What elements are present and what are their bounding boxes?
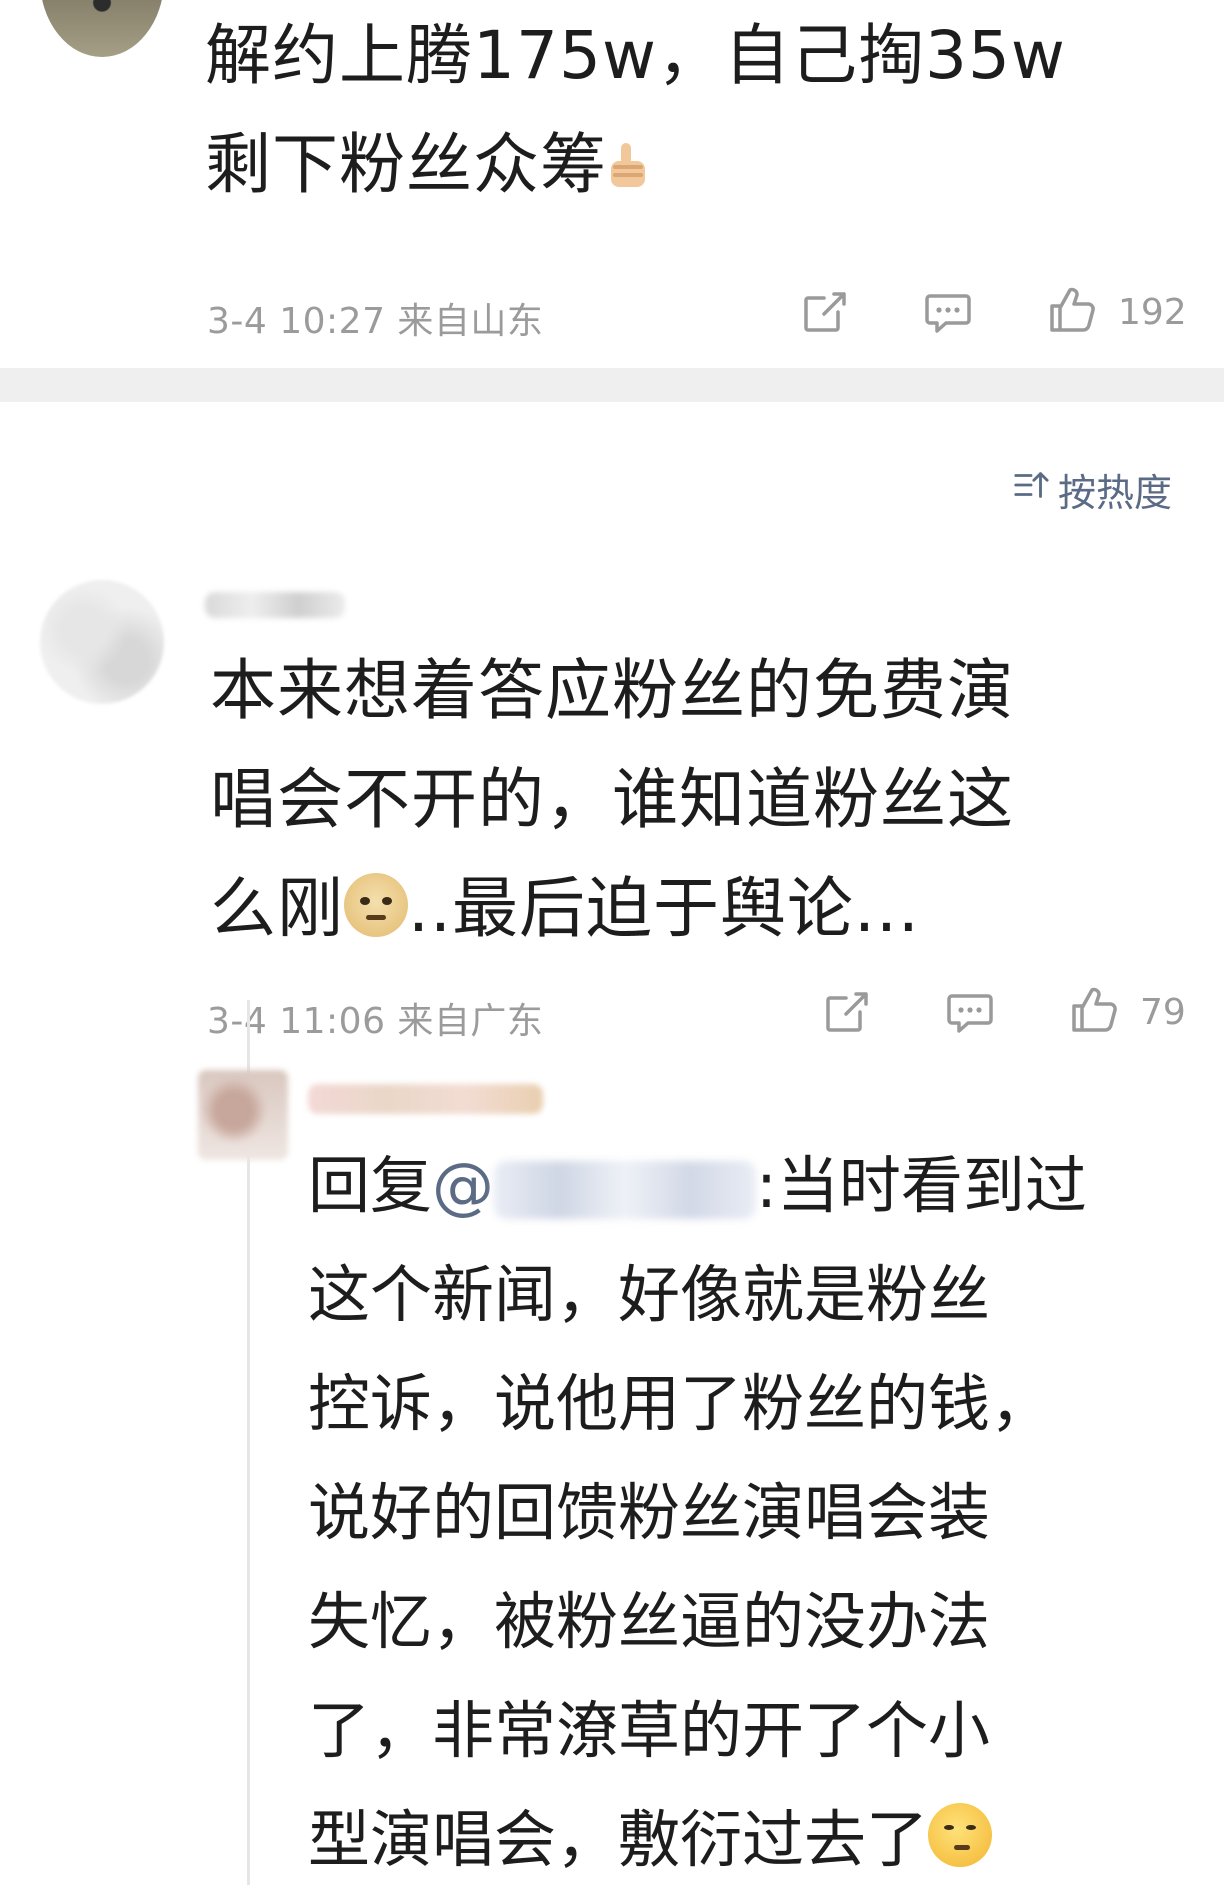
- comment-line-text: 么刚: [210, 870, 344, 947]
- comment-meta: 3-4 11:06 来自广东: [207, 1001, 544, 1042]
- comment-text: 解约上腾175w，自己掏35w 剩下粉丝众筹: [205, 10, 1195, 210]
- reply-line: 这个新闻，好像就是粉丝: [308, 1258, 991, 1331]
- avatar[interactable]: [198, 1070, 288, 1160]
- username[interactable]: [205, 592, 345, 618]
- avatar[interactable]: [40, 580, 164, 704]
- sort-label: 按热度: [1057, 471, 1172, 515]
- mention-at[interactable]: @: [432, 1149, 494, 1222]
- reply-line: 型演唱会，敷衍过去了: [308, 1794, 1188, 1885]
- comment-line-text: ..最后迫于舆论...: [408, 870, 920, 947]
- reply-line-text: :当时看到过: [756, 1149, 1087, 1222]
- reply-prefix: 回复: [308, 1149, 433, 1222]
- comment-line: 本来想着答应粉丝的免费演: [210, 652, 1014, 729]
- sort-button[interactable]: 按热度: [1012, 462, 1172, 517]
- like-count: 79: [1140, 992, 1186, 1033]
- comment-line: 唱会不开的，谁知道粉丝这: [210, 761, 1014, 838]
- comment-line-text: 剩下粉丝众筹: [205, 126, 607, 203]
- reply-line: 失忆，被粉丝逼的没办法: [308, 1585, 991, 1658]
- like-count: 192: [1118, 292, 1187, 333]
- like-icon[interactable]: [1068, 984, 1120, 1036]
- avatar[interactable]: [40, 0, 164, 57]
- comment-icon[interactable]: [944, 986, 996, 1038]
- comment-icon[interactable]: [922, 286, 974, 338]
- share-icon[interactable]: [798, 286, 850, 338]
- comment-meta: 3-4 10:27 来自山东: [207, 301, 544, 342]
- mention-username[interactable]: [494, 1160, 757, 1219]
- reply-line: 回复@ :当时看到过: [308, 1140, 1188, 1231]
- comment-line: 解约上腾175w，自己掏35w: [205, 17, 1066, 94]
- section-divider: [0, 368, 1224, 402]
- reply-line: 控诉，说他用了粉丝的钱，: [308, 1367, 1053, 1440]
- reply-line: 了，非常潦草的开了个小: [308, 1694, 991, 1767]
- username[interactable]: [308, 1084, 543, 1114]
- reply-line-text: 型演唱会，敷衍过去了: [308, 1803, 929, 1876]
- doge-emoji: [344, 873, 408, 937]
- share-icon[interactable]: [820, 986, 872, 1038]
- comment-line: 么刚 ..最后迫于舆论...: [210, 863, 1200, 954]
- reply-line: 说好的回馈粉丝演唱会装: [308, 1476, 991, 1549]
- thinking-emoji: [928, 1803, 993, 1867]
- like-icon[interactable]: [1046, 284, 1098, 336]
- thumbs-up-emoji: [607, 123, 651, 187]
- comment-line: 剩下粉丝众筹: [205, 119, 1195, 210]
- sort-icon: [1012, 466, 1050, 513]
- reply-text: 回复@ :当时看到过 这个新闻，好像就是粉丝 控诉，说他用了粉丝的钱， 说好的回馈…: [308, 1140, 1188, 1885]
- comment-text: 本来想着答应粉丝的免费演 唱会不开的，谁知道粉丝这 么刚 ..最后迫于舆论...: [210, 645, 1200, 954]
